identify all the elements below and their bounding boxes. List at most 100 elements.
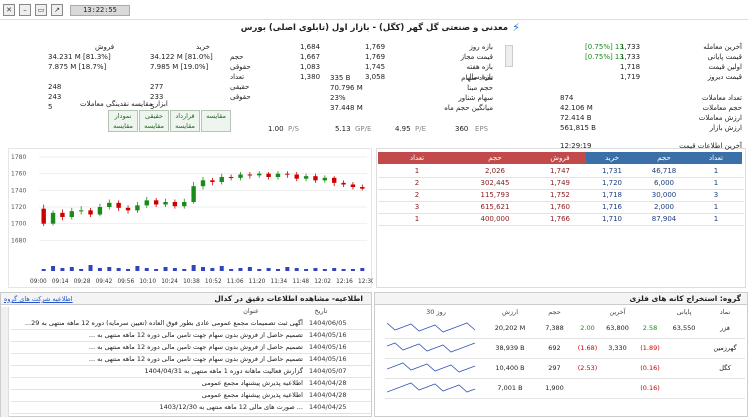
news-related-link[interactable]: اطلاعیه شرکت های گروه <box>4 293 73 305</box>
volume-bar <box>313 268 318 271</box>
mid-extra-value: 70.796 M <box>330 84 363 92</box>
volume-bar <box>60 268 65 271</box>
news-item-title[interactable]: اطلاعیه پذیرش پیشنهاد مجمع عمومی <box>13 389 303 401</box>
left-info-buy: 34.122 M [81.0%] <box>150 53 213 61</box>
volume-bar <box>172 268 177 271</box>
sparkline-line <box>387 322 476 333</box>
news-item-title[interactable]: گزارش فعالیت ماهانه دوره 1 ماهه منتهی به… <box>13 365 304 377</box>
chart-x-tick: 11:06 <box>227 279 244 285</box>
compare-button[interactable]: حقیقی مقایسه <box>139 110 169 132</box>
industry-last-change <box>575 379 600 398</box>
volume-bar <box>79 269 84 271</box>
news-header: اطلاعیه- مشاهده اطلاعات دقیق در کدال اطل… <box>1 293 371 305</box>
compare-button[interactable]: نمودار مقایسه <box>108 110 138 132</box>
share-icon[interactable]: ↗ <box>51 4 63 16</box>
sparkline-line <box>387 382 476 393</box>
industry-col-header: ارزش <box>501 308 519 316</box>
mid-extra-label: تعداد سهام <box>461 74 493 82</box>
news-date[interactable]: 1404/04/25 <box>309 401 369 413</box>
industry-symbol[interactable]: کگل <box>705 359 745 378</box>
right-info-change: [0.75%] 13 <box>585 43 624 51</box>
news-scrollbar[interactable] <box>1 307 9 417</box>
news-item-title[interactable]: تصمیم حاصل از فروش بدون سهام جهت تامین م… <box>13 353 303 365</box>
scroll-handle[interactable] <box>505 45 513 67</box>
chart-y-tick: 1720 <box>11 204 26 211</box>
right-info-label: ارزش بازار <box>709 124 742 132</box>
news-date[interactable]: 1404/04/28 <box>309 377 369 389</box>
sparkline-line <box>387 362 476 373</box>
sparkline-line <box>387 342 476 353</box>
ratio-label: EPS <box>475 125 489 133</box>
news-date[interactable]: 1404/05/16 <box>309 341 369 353</box>
candle-body <box>144 200 149 206</box>
buy-header: خرید <box>196 43 210 51</box>
compare-button-bottom: مقایسه <box>175 122 195 130</box>
news-item-title[interactable]: اطلاعیه پذیرش پیشنهاد مجمع عمومی <box>13 377 303 389</box>
window-icon[interactable]: ▭ <box>35 4 47 16</box>
volume-bar <box>257 269 262 271</box>
close-icon[interactable]: ✕ <box>3 4 15 16</box>
left-info-buy: 7.985 M [19.0%] <box>150 63 209 71</box>
volume-bar <box>163 267 168 271</box>
news-date[interactable]: 1404/06/05 <box>309 317 369 329</box>
trade-cell: 1,752 <box>549 191 571 199</box>
compare-button-bottom: مقایسه <box>206 112 226 120</box>
industry-last-change: (1.68) <box>577 344 598 352</box>
minimize-icon[interactable]: – <box>19 4 31 16</box>
volume-bar <box>238 268 243 271</box>
chart-y-tick: 1760 <box>11 171 26 178</box>
compare-button[interactable]: مقایسه <box>201 110 231 132</box>
industry-symbol[interactable]: گهرزمین <box>705 339 745 358</box>
volume-bar <box>182 269 187 271</box>
mid-range-label: بازه روز <box>469 43 494 51</box>
candle-body <box>332 177 337 183</box>
mid-range-low: 1,667 <box>300 53 321 61</box>
compare-button[interactable]: قرارداد مقایسه <box>170 110 200 132</box>
industry-last <box>600 359 635 378</box>
news-date[interactable]: 1404/05/16 <box>309 329 369 341</box>
lightning-icon[interactable]: ⚡ <box>512 21 520 34</box>
chart-y-tick: 1780 <box>11 154 26 161</box>
industry-symbol[interactable]: فزر <box>705 319 745 338</box>
trade-cell: 3 <box>414 203 420 211</box>
industry-last <box>600 379 635 398</box>
right-info-label: آخرین معامله <box>703 43 742 51</box>
industry-symbol[interactable] <box>705 379 745 398</box>
news-item-title[interactable]: تصمیم حاصل از فروش بدون سهام جهت تامین م… <box>13 329 303 341</box>
candle-body <box>50 212 56 224</box>
news-date[interactable]: 1404/05/16 <box>309 353 369 365</box>
industry-close-change: (0.16) <box>640 364 660 372</box>
chart-x-tick: 11:48 <box>292 279 309 285</box>
chart-x-tick: 11:20 <box>249 279 266 285</box>
sell-header: فروش <box>95 43 115 51</box>
news-item-title[interactable]: آگهی ثبت تصمیمات مجمع عمومی عادی بطور فو… <box>13 317 303 329</box>
volume-bar <box>219 266 224 271</box>
mid-extra-value: 37.448 M <box>330 104 363 112</box>
chart-x-tick: 12:16 <box>336 279 353 285</box>
news-date[interactable]: 1404/05/07 <box>309 365 369 377</box>
trade-cell: 2 <box>414 191 420 199</box>
price-chart-svg: 1780 1760 1740 1720 1700 1680 09:00 09:14 09:28 0… <box>11 154 375 285</box>
trade-cell: 1 <box>713 179 719 187</box>
news-item-title[interactable]: تصمیم حاصل از فروش بدون سهام جهت تامین م… <box>13 341 303 353</box>
news-date[interactable]: 1404/04/28 <box>309 389 369 401</box>
industry-col-header <box>575 307 600 317</box>
mid-range-high: 3,058 <box>365 73 386 81</box>
mid-range-label: بازه هفته <box>466 63 493 71</box>
candle-body <box>41 208 46 224</box>
volume-bar <box>154 269 159 271</box>
left-info-buy: 277 <box>150 83 164 91</box>
mid-extra-label: سهام شناور <box>458 94 493 102</box>
compare-button-bottom: مقایسه <box>113 122 133 130</box>
trade-cell: 1 <box>414 167 420 175</box>
news-item-title[interactable]: ... صورت های مالی 12 ماهه منتهی به 1403/… <box>13 401 303 413</box>
industry-last: 3,330 <box>608 344 627 352</box>
right-info-label: قیمت پایانی <box>707 53 742 61</box>
right-info-label: ارزش معاملات <box>698 114 742 122</box>
chart-x-tick: 12:02 <box>314 279 331 285</box>
industry-col-header: حجم <box>548 308 561 316</box>
chart-y-tick: 1740 <box>11 187 26 194</box>
industry-volume: 1,900 <box>545 384 564 392</box>
trade-cell: 2,026 <box>484 167 506 175</box>
compare-button-bottom: مقایسه <box>144 122 164 130</box>
